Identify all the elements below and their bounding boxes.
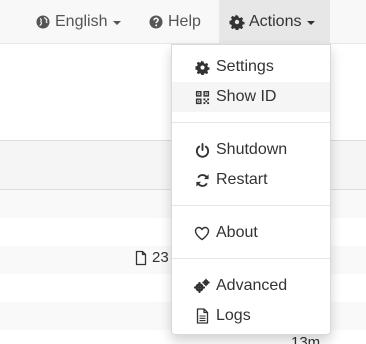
language-dropdown-toggle[interactable]: English	[35, 0, 122, 44]
heart-outline-icon	[194, 225, 210, 241]
globe-icon	[35, 14, 51, 30]
menu-item-settings[interactable]: Settings	[172, 52, 330, 82]
help-link[interactable]: Help	[148, 0, 201, 44]
menu-item-logs[interactable]: Logs	[172, 301, 330, 331]
menu-item-shutdown[interactable]: Shutdown	[172, 135, 330, 165]
menu-item-label: Show ID	[216, 88, 277, 105]
power-icon	[194, 142, 210, 158]
menu-item-label: Restart	[216, 171, 268, 188]
question-circle-icon	[148, 14, 164, 30]
menu-item-restart[interactable]: Restart	[172, 165, 330, 195]
file-size-value: 23	[152, 249, 169, 266]
menu-divider	[172, 122, 330, 123]
file-size-cell: 23	[133, 249, 169, 266]
actions-label: Actions	[249, 13, 302, 30]
help-label: Help	[168, 13, 201, 30]
menu-item-label: Shutdown	[216, 141, 288, 158]
menu-item-about[interactable]: About	[172, 218, 330, 248]
file-icon	[133, 250, 149, 266]
menu-item-label: About	[216, 224, 258, 241]
menu-item-label: Logs	[216, 307, 251, 324]
gear-icon	[229, 14, 245, 30]
menu-item-label: Advanced	[216, 277, 288, 294]
gear-icon	[194, 59, 210, 75]
menu-item-show-id[interactable]: Show ID	[172, 82, 330, 112]
time-value: 13m	[291, 334, 321, 344]
actions-dropdown-toggle[interactable]: Actions	[219, 0, 330, 44]
gears-icon	[194, 278, 210, 294]
file-text-icon	[194, 308, 210, 324]
menu-divider	[172, 205, 330, 206]
language-label: English	[55, 13, 108, 30]
caret-down-icon	[307, 21, 316, 25]
qrcode-icon	[194, 89, 210, 105]
caret-down-icon	[113, 21, 122, 25]
refresh-icon	[194, 172, 210, 188]
navbar: English Help Actions	[0, 0, 366, 44]
menu-divider	[172, 258, 330, 259]
actions-dropdown-menu: Settings Show ID Shutdown Restart About …	[171, 44, 331, 335]
menu-item-label: Settings	[216, 58, 274, 75]
menu-item-advanced[interactable]: Advanced	[172, 271, 330, 301]
